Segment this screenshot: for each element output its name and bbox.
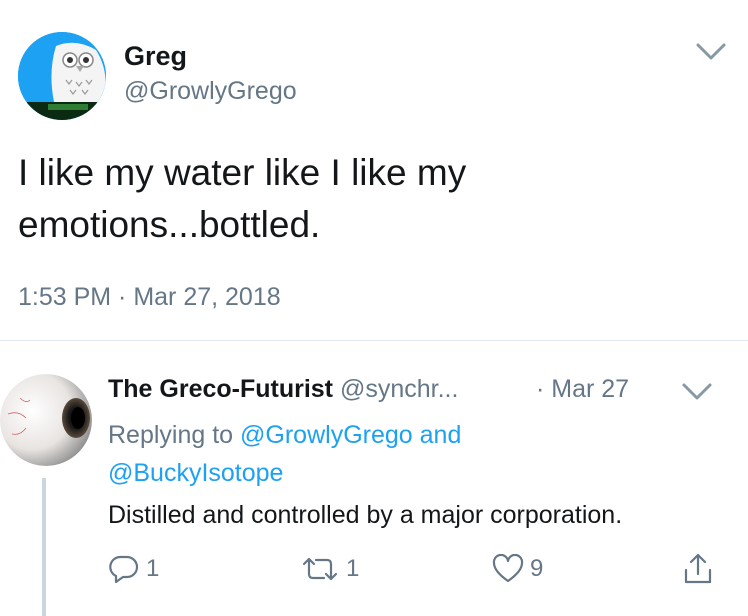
replying-prefix: Replying to (108, 421, 234, 449)
owl-avatar-icon (18, 32, 106, 120)
author-handle[interactable]: @GrowlyGrego (124, 76, 297, 106)
reply-button[interactable]: 1 (108, 552, 159, 586)
share-button[interactable] (682, 552, 714, 586)
mention-joiner: and (419, 421, 462, 449)
heart-icon (492, 554, 524, 583)
reply-icon (109, 555, 139, 584)
reply-count: 1 (146, 555, 160, 582)
reply-date[interactable]: · Mar 27 (536, 372, 629, 406)
divider (0, 340, 748, 341)
tweet-timestamp[interactable]: 1:53 PM · Mar 27, 2018 (18, 282, 281, 312)
retweet-button[interactable]: 1 (300, 552, 359, 586)
mention-link[interactable]: @BuckyIsotope (108, 459, 283, 487)
mention-link[interactable]: @GrowlyGrego (240, 421, 413, 449)
reply-text: Distilled and controlled by a major corp… (108, 501, 623, 529)
chevron-down-icon[interactable] (694, 40, 728, 64)
retweet-count: 1 (346, 555, 360, 582)
like-button[interactable]: 9 (492, 552, 543, 586)
tweet-text-line-2: emotions...bottled. (18, 204, 321, 245)
thread-line (42, 478, 46, 616)
author-name[interactable]: Greg (124, 40, 187, 72)
replying-to: Replying to @GrowlyGrego and @BuckyIsoto… (108, 416, 708, 492)
reply-author-handle[interactable]: @synchr... (340, 375, 458, 403)
retweet-icon (302, 557, 338, 581)
like-count: 9 (530, 555, 544, 582)
author-avatar[interactable] (18, 32, 106, 120)
share-icon (684, 553, 712, 584)
eyeball-avatar-icon (0, 374, 92, 466)
tweet-text: I like my water like I like my emotions.… (18, 147, 718, 251)
reply-author-avatar[interactable] (0, 374, 92, 466)
chevron-down-icon[interactable] (680, 380, 714, 404)
tweet-text-line-1: I like my water like I like my (18, 152, 467, 193)
reply-header: The Greco-Futurist @synchr... (108, 372, 458, 406)
reply-author-name[interactable]: The Greco-Futurist (108, 375, 333, 403)
